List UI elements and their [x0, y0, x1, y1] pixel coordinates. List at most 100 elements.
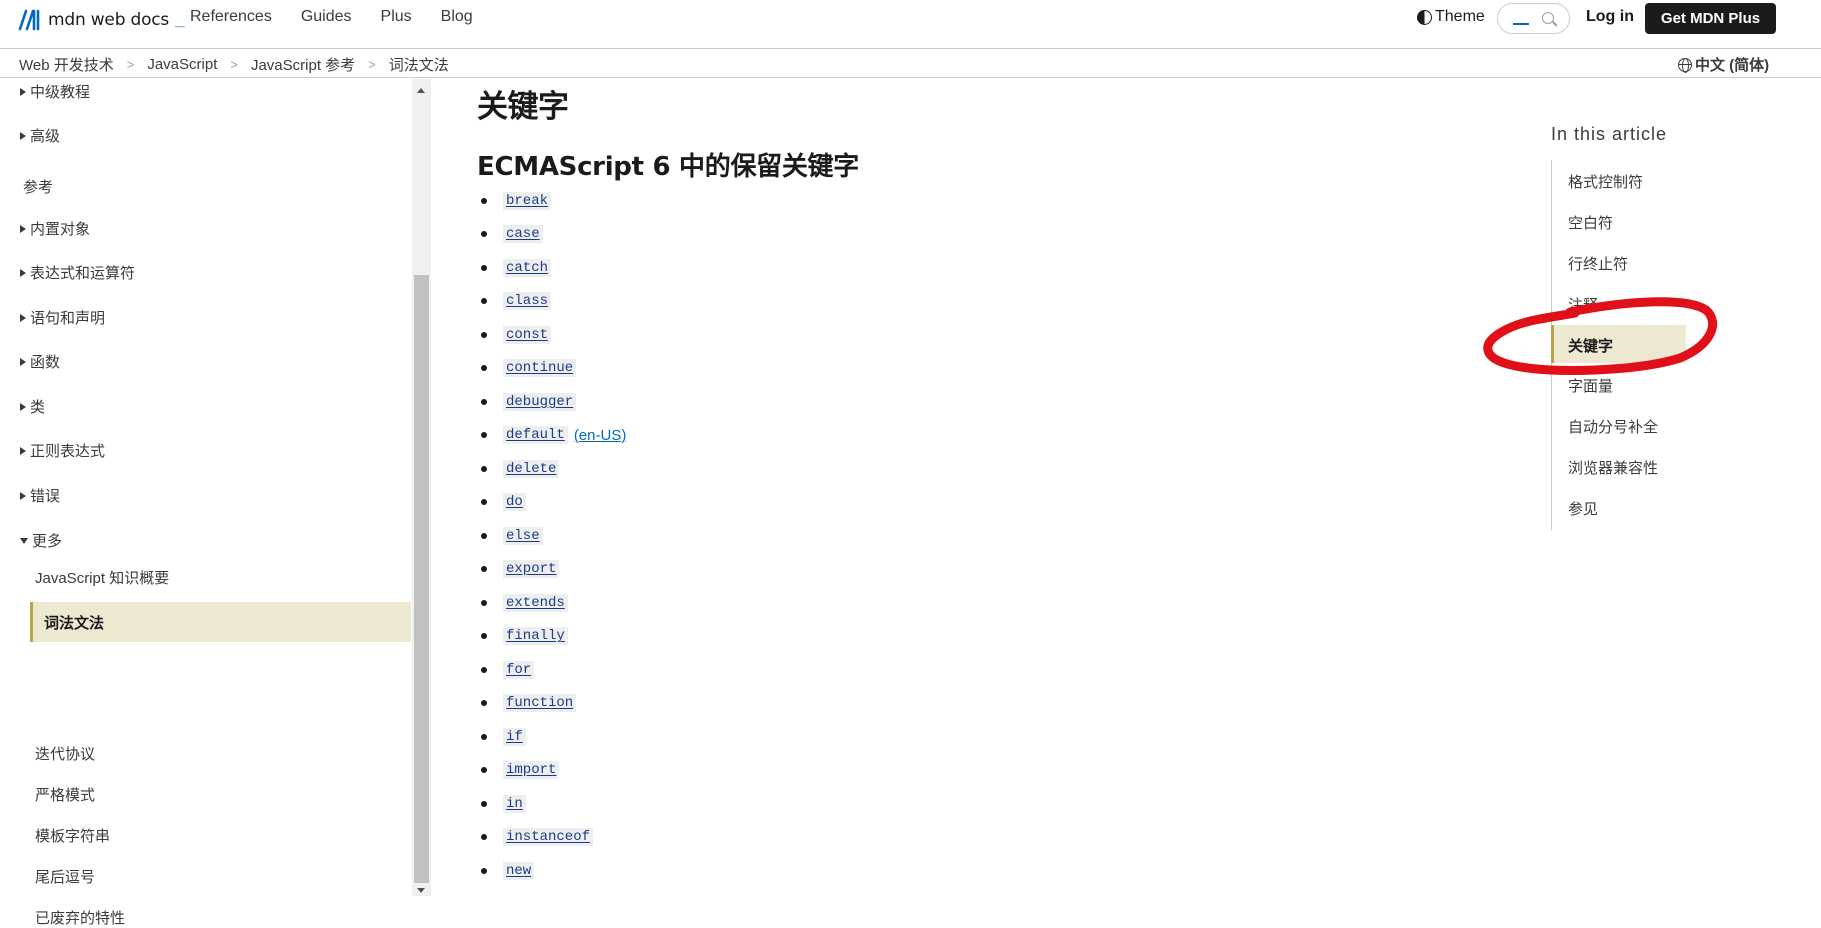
caret-right-icon: [20, 87, 26, 96]
bullet-icon: [481, 633, 487, 640]
language-switcher[interactable]: 中文 (简体): [1678, 54, 1769, 75]
breadcrumb-item[interactable]: Web 开发技术: [19, 54, 114, 75]
bullet-icon: [481, 365, 487, 372]
toc-item[interactable]: 浏览器兼容性: [1568, 457, 1658, 478]
keyword-link[interactable]: else: [503, 526, 543, 545]
list-item: case: [477, 218, 626, 252]
keyword-link[interactable]: class: [503, 292, 552, 311]
sidebar-item-intermediate[interactable]: 中级教程: [20, 81, 90, 102]
list-item: debugger: [477, 385, 626, 419]
red-annotation-circle: [1483, 297, 1718, 375]
keyword-link[interactable]: extends: [503, 593, 568, 612]
keyword-link[interactable]: case: [503, 225, 543, 244]
bullet-icon: [481, 298, 487, 305]
chevron-right-icon: >: [126, 57, 135, 72]
list-item: extends: [477, 586, 626, 620]
sidebar-item-advanced[interactable]: 高级: [20, 125, 60, 146]
caret-down-icon: [20, 537, 28, 544]
sidebar-item-functions[interactable]: 函数: [20, 351, 60, 372]
bullet-icon: [481, 197, 487, 204]
keyword-link[interactable]: catch: [503, 258, 552, 277]
toc-item[interactable]: 空白符: [1568, 212, 1613, 233]
nav-plus[interactable]: Plus: [381, 8, 412, 26]
bullet-icon: [481, 767, 487, 774]
keyword-link[interactable]: if: [503, 727, 526, 746]
scrollbar-thumb[interactable]: [414, 275, 429, 883]
chevron-right-icon: >: [230, 57, 238, 72]
sidebar-item-builtin-objects[interactable]: 内置对象: [20, 218, 90, 239]
scroll-up-arrow-icon[interactable]: [417, 88, 425, 93]
keyword-link[interactable]: import: [503, 761, 560, 780]
bullet-icon: [481, 666, 487, 673]
sidebar-subitem[interactable]: JavaScript 知识概要: [35, 567, 169, 588]
login-link[interactable]: Log in: [1586, 8, 1634, 26]
mdn-logo[interactable]: mdn web docs _: [18, 7, 185, 33]
list-item: export: [477, 553, 626, 587]
nav-guides[interactable]: Guides: [301, 8, 352, 26]
locale-note-link[interactable]: (en-US): [574, 427, 627, 444]
toc-item[interactable]: 行终止符: [1568, 253, 1628, 274]
sidebar-item-errors[interactable]: 错误: [20, 485, 60, 506]
keyword-link[interactable]: instanceof: [503, 828, 594, 847]
sidebar-subitem-active[interactable]: 词法文法: [30, 602, 411, 642]
keyword-link[interactable]: export: [503, 560, 560, 579]
keyword-link[interactable]: finally: [503, 627, 568, 646]
sidebar-item-statements[interactable]: 语句和声明: [20, 307, 105, 328]
caret-right-icon: [20, 313, 26, 322]
nav-blog[interactable]: Blog: [441, 8, 473, 26]
bullet-icon: [481, 331, 487, 338]
sidebar-item-expressions[interactable]: 表达式和运算符: [20, 262, 135, 283]
sidebar-item-label: 正则表达式: [30, 443, 106, 460]
section-heading: 关键字: [477, 89, 569, 125]
sidebar-heading-reference: 参考: [23, 179, 54, 196]
keyword-link[interactable]: break: [503, 191, 552, 210]
sidebar-subitem[interactable]: 尾后逗号: [35, 866, 95, 887]
keyword-link[interactable]: function: [503, 694, 577, 713]
bullet-icon: [481, 834, 487, 841]
keyword-list: break case catch class const continue de…: [477, 184, 626, 888]
keyword-link[interactable]: for: [503, 660, 535, 679]
list-item: delete: [477, 452, 626, 486]
keyword-link[interactable]: const: [503, 325, 552, 344]
sidebar-item-label: 函数: [30, 354, 61, 371]
main-content: 关键字 ECMAScript 6 中的保留关键字 break case catc…: [431, 79, 1491, 896]
list-item: do: [477, 486, 626, 520]
search-icon[interactable]: [1542, 12, 1554, 24]
toc-item[interactable]: 自动分号补全: [1568, 416, 1658, 437]
toc-item[interactable]: 格式控制符: [1568, 171, 1643, 192]
keyword-link[interactable]: in: [503, 794, 526, 813]
sidebar-subitem[interactable]: 严格模式: [35, 784, 95, 805]
theme-button[interactable]: Theme: [1417, 8, 1485, 26]
toc-item[interactable]: 参见: [1568, 498, 1598, 519]
keyword-link[interactable]: continue: [503, 359, 577, 378]
language-label: 中文 (简体): [1695, 57, 1770, 74]
breadcrumb-bar: Web 开发技术 > JavaScript > JavaScript 参考 > …: [0, 48, 1821, 78]
sidebar-item-classes[interactable]: 类: [20, 396, 45, 417]
caret-right-icon: [20, 224, 26, 233]
sidebar-subitem[interactable]: 已废弃的特性: [35, 907, 125, 928]
sidebar-subitem[interactable]: 模板字符串: [35, 825, 110, 846]
get-mdn-plus-button[interactable]: Get MDN Plus: [1645, 3, 1776, 34]
search-input[interactable]: [1497, 3, 1570, 34]
breadcrumb-item-current[interactable]: 词法文法: [389, 54, 449, 75]
sidebar-item-label: 高级: [30, 128, 61, 145]
scroll-down-arrow-icon[interactable]: [417, 888, 425, 893]
keyword-link[interactable]: debugger: [503, 392, 577, 411]
nav-references[interactable]: References: [190, 8, 272, 26]
breadcrumb-item[interactable]: JavaScript 参考: [251, 54, 355, 75]
sidebar-subitem[interactable]: 迭代协议: [35, 743, 95, 764]
breadcrumb-item[interactable]: JavaScript: [147, 56, 217, 73]
list-item: const: [477, 318, 626, 352]
keyword-link[interactable]: default: [503, 426, 568, 445]
sidebar: 中级教程 高级 参考 内置对象 表达式和运算符 语句和声明 函数 类 正则表达式…: [0, 79, 412, 927]
sidebar-item-label: 语句和声明: [30, 310, 106, 327]
keyword-link[interactable]: do: [503, 493, 526, 512]
list-item: catch: [477, 251, 626, 285]
sidebar-item-more[interactable]: 更多: [20, 530, 62, 551]
keyword-link[interactable]: new: [503, 861, 535, 880]
keyword-link[interactable]: delete: [503, 459, 560, 478]
main-nav: References Guides Plus Blog: [190, 8, 502, 26]
bullet-icon: [481, 733, 487, 740]
sidebar-item-regexp[interactable]: 正则表达式: [20, 440, 105, 461]
caret-right-icon: [20, 491, 26, 500]
